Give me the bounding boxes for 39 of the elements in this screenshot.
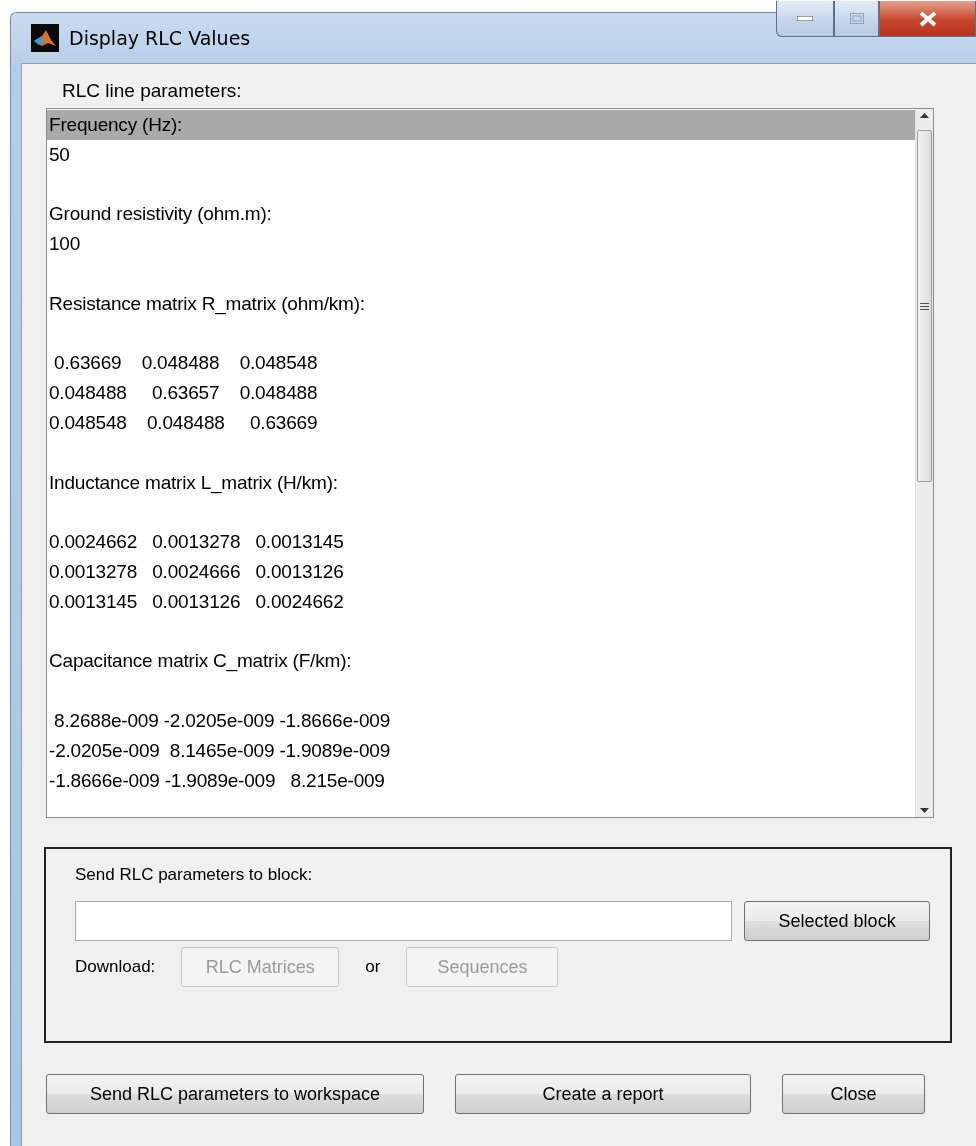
dialog-button[interactable]: Close — [782, 1074, 925, 1114]
block-input-field[interactable] — [75, 901, 733, 941]
list-item[interactable]: 100 — [47, 229, 915, 259]
minimize-icon — [797, 16, 813, 21]
list-item[interactable]: -2.0205e-009 8.1465e-009 -1.9089e-009 — [47, 735, 915, 766]
list-item[interactable]: -1.8666e-009 -1.9089e-009 8.215e-009 — [47, 765, 915, 796]
minimize-button[interactable] — [776, 1, 834, 37]
list-item[interactable]: Ground resistivity (ohm.m): — [47, 199, 915, 230]
list-item[interactable]: 0.63669 0.048488 0.048548 — [47, 348, 915, 379]
list-item[interactable]: Frequency (Hz): — [47, 110, 915, 140]
list-item[interactable]: 0.048548 0.048488 0.63669 — [47, 407, 915, 438]
maximize-button[interactable] — [834, 1, 879, 37]
scrollbar[interactable] — [915, 109, 933, 817]
list-item[interactable]: Inductance matrix L_matrix (H/km): — [47, 467, 915, 498]
list-item[interactable]: 8.2688e-009 -2.0205e-009 -1.8666e-009 — [47, 705, 915, 736]
list-item[interactable]: 0.0024662 0.0013278 0.0013145 — [47, 527, 915, 557]
or-label: or — [365, 957, 381, 977]
grip-icon — [920, 301, 929, 311]
panel-label: Send RLC parameters to block: — [75, 865, 314, 885]
selected-block-button[interactable]: Selected block — [744, 901, 930, 941]
list-item[interactable]: 0.0013145 0.0013126 0.0024662 — [47, 586, 915, 617]
window-title: Display RLC Values — [69, 27, 251, 49]
close-button[interactable] — [879, 1, 976, 37]
scroll-down-arrow-icon[interactable] — [920, 808, 929, 813]
list-item[interactable]: 0.0013278 0.0024666 0.0013126 — [47, 556, 915, 587]
download-label: Download: — [75, 957, 156, 977]
scrollbar-thumb[interactable] — [917, 130, 932, 482]
listbox-label: RLC line parameters: — [62, 80, 243, 102]
scroll-up-arrow-icon[interactable] — [920, 113, 929, 118]
list-item[interactable]: 0.048488 0.63657 0.048488 — [47, 378, 915, 408]
app-logo-icon — [31, 24, 59, 52]
dialog-button[interactable]: Send RLC parameters to workspace — [46, 1074, 424, 1114]
maximize-icon — [849, 13, 864, 24]
list-item[interactable]: Capacitance matrix C_matrix (F/km): — [47, 646, 915, 677]
list-item[interactable]: Resistance matrix R_matrix (ohm/km): — [47, 288, 915, 319]
close-icon — [917, 10, 938, 27]
parameters-listbox[interactable] — [46, 108, 934, 818]
dialog-button[interactable]: Create a report — [455, 1074, 751, 1114]
list-item[interactable]: 50 — [47, 139, 915, 170]
